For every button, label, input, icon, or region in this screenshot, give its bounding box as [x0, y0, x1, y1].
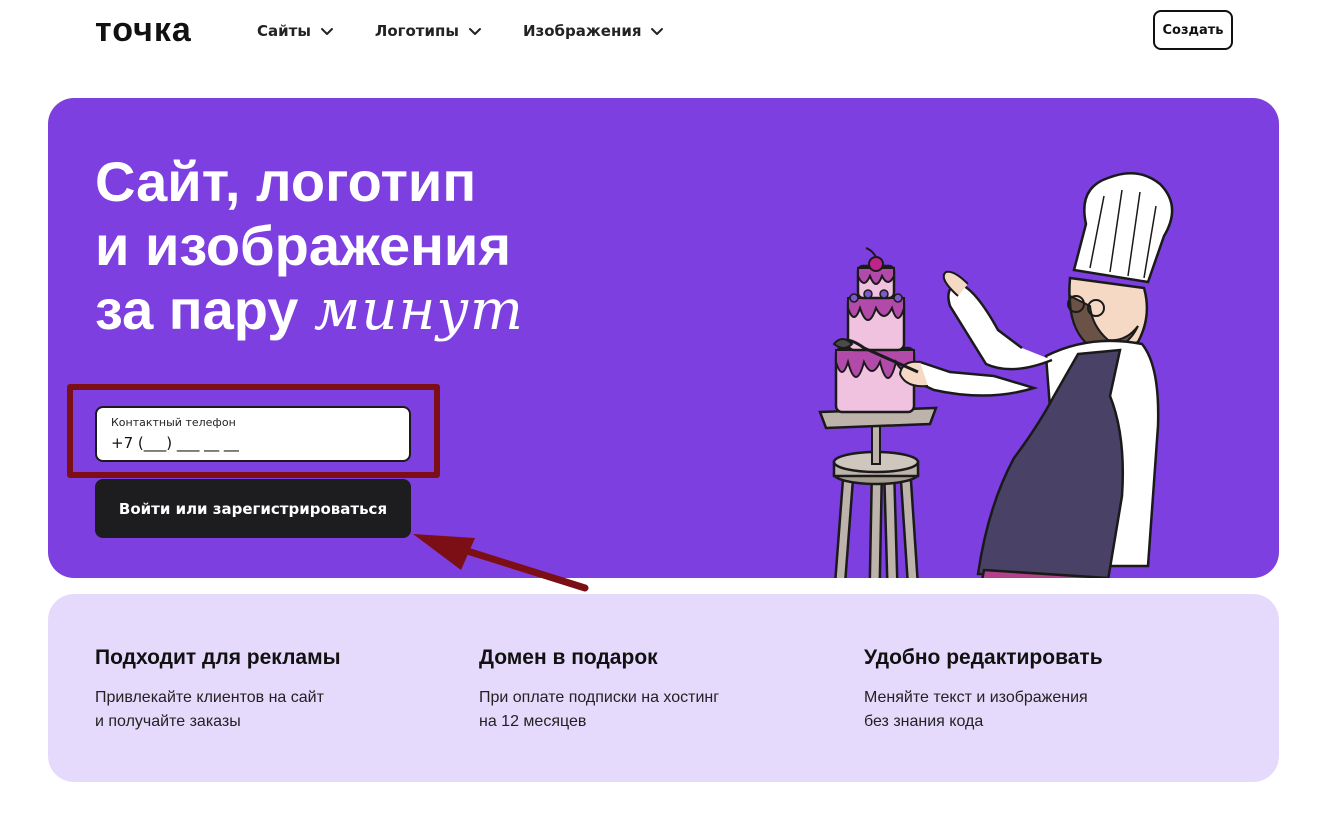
phone-field[interactable]: Контактный телефон — [95, 406, 411, 462]
chef-decorating-cake-illustration — [818, 171, 1174, 578]
feature-description: Привлекайте клиентов на сайт и получайте… — [95, 686, 435, 734]
phone-input[interactable] — [111, 434, 395, 452]
feature-description-line: без знания кода — [864, 713, 984, 730]
chevron-down-icon — [651, 28, 664, 35]
hero-title-script: минут — [313, 278, 524, 343]
feature-description-line: При оплате подписки на хостинг — [479, 689, 720, 706]
nav-item-logos[interactable]: Логотипы — [375, 18, 483, 44]
nav-item-label: Изображения — [522, 22, 642, 40]
hero-title: Сайт, логотип и изображения за пару мину… — [95, 150, 655, 343]
feature-title: Удобно редактировать — [864, 646, 1103, 669]
features-panel: Подходит для рекламы Привлекайте клиенто… — [48, 594, 1279, 782]
feature-easy-editing: Удобно редактировать Меняйте текст и изо… — [864, 644, 1204, 734]
feature-title: Подходит для рекламы — [95, 646, 341, 669]
feature-description: Меняйте текст и изображения без знания к… — [864, 686, 1204, 734]
feature-free-domain: Домен в подарок При оплате подписки на х… — [479, 644, 819, 734]
tochka-logo[interactable]: точка — [95, 10, 192, 50]
chevron-down-icon — [468, 28, 481, 35]
main-nav: Сайты Логотипы Изображения — [257, 18, 705, 44]
chevron-down-icon — [320, 28, 333, 35]
nav-item-label: Логотипы — [374, 22, 459, 40]
phone-field-label: Контактный телефон — [111, 416, 236, 429]
hero-title-line: Сайт, логотип — [95, 150, 477, 213]
feature-description-line: Меняйте текст и изображения — [864, 689, 1088, 706]
hero-title-plain: за пару — [95, 278, 314, 341]
login-or-register-button[interactable]: Войти или зарегистрироваться — [95, 479, 411, 538]
feature-advertising: Подходит для рекламы Привлекайте клиенто… — [95, 644, 435, 734]
hero-title-line: и изображения — [95, 214, 512, 277]
nav-item-images[interactable]: Изображения — [523, 18, 666, 44]
feature-description: При оплате подписки на хостинг на 12 мес… — [479, 686, 819, 734]
nav-item-sites[interactable]: Сайты — [257, 18, 335, 44]
nav-item-label: Сайты — [257, 22, 311, 40]
feature-description-line: на 12 месяцев — [479, 713, 587, 730]
feature-description-line: и получайте заказы — [95, 713, 241, 730]
feature-title: Домен в подарок — [479, 646, 658, 669]
create-button[interactable]: Создать — [1153, 10, 1233, 50]
feature-description-line: Привлекайте клиентов на сайт — [95, 689, 324, 706]
annotation-arrow-icon — [413, 534, 589, 592]
hero-title-line: за пару минут — [95, 278, 655, 343]
